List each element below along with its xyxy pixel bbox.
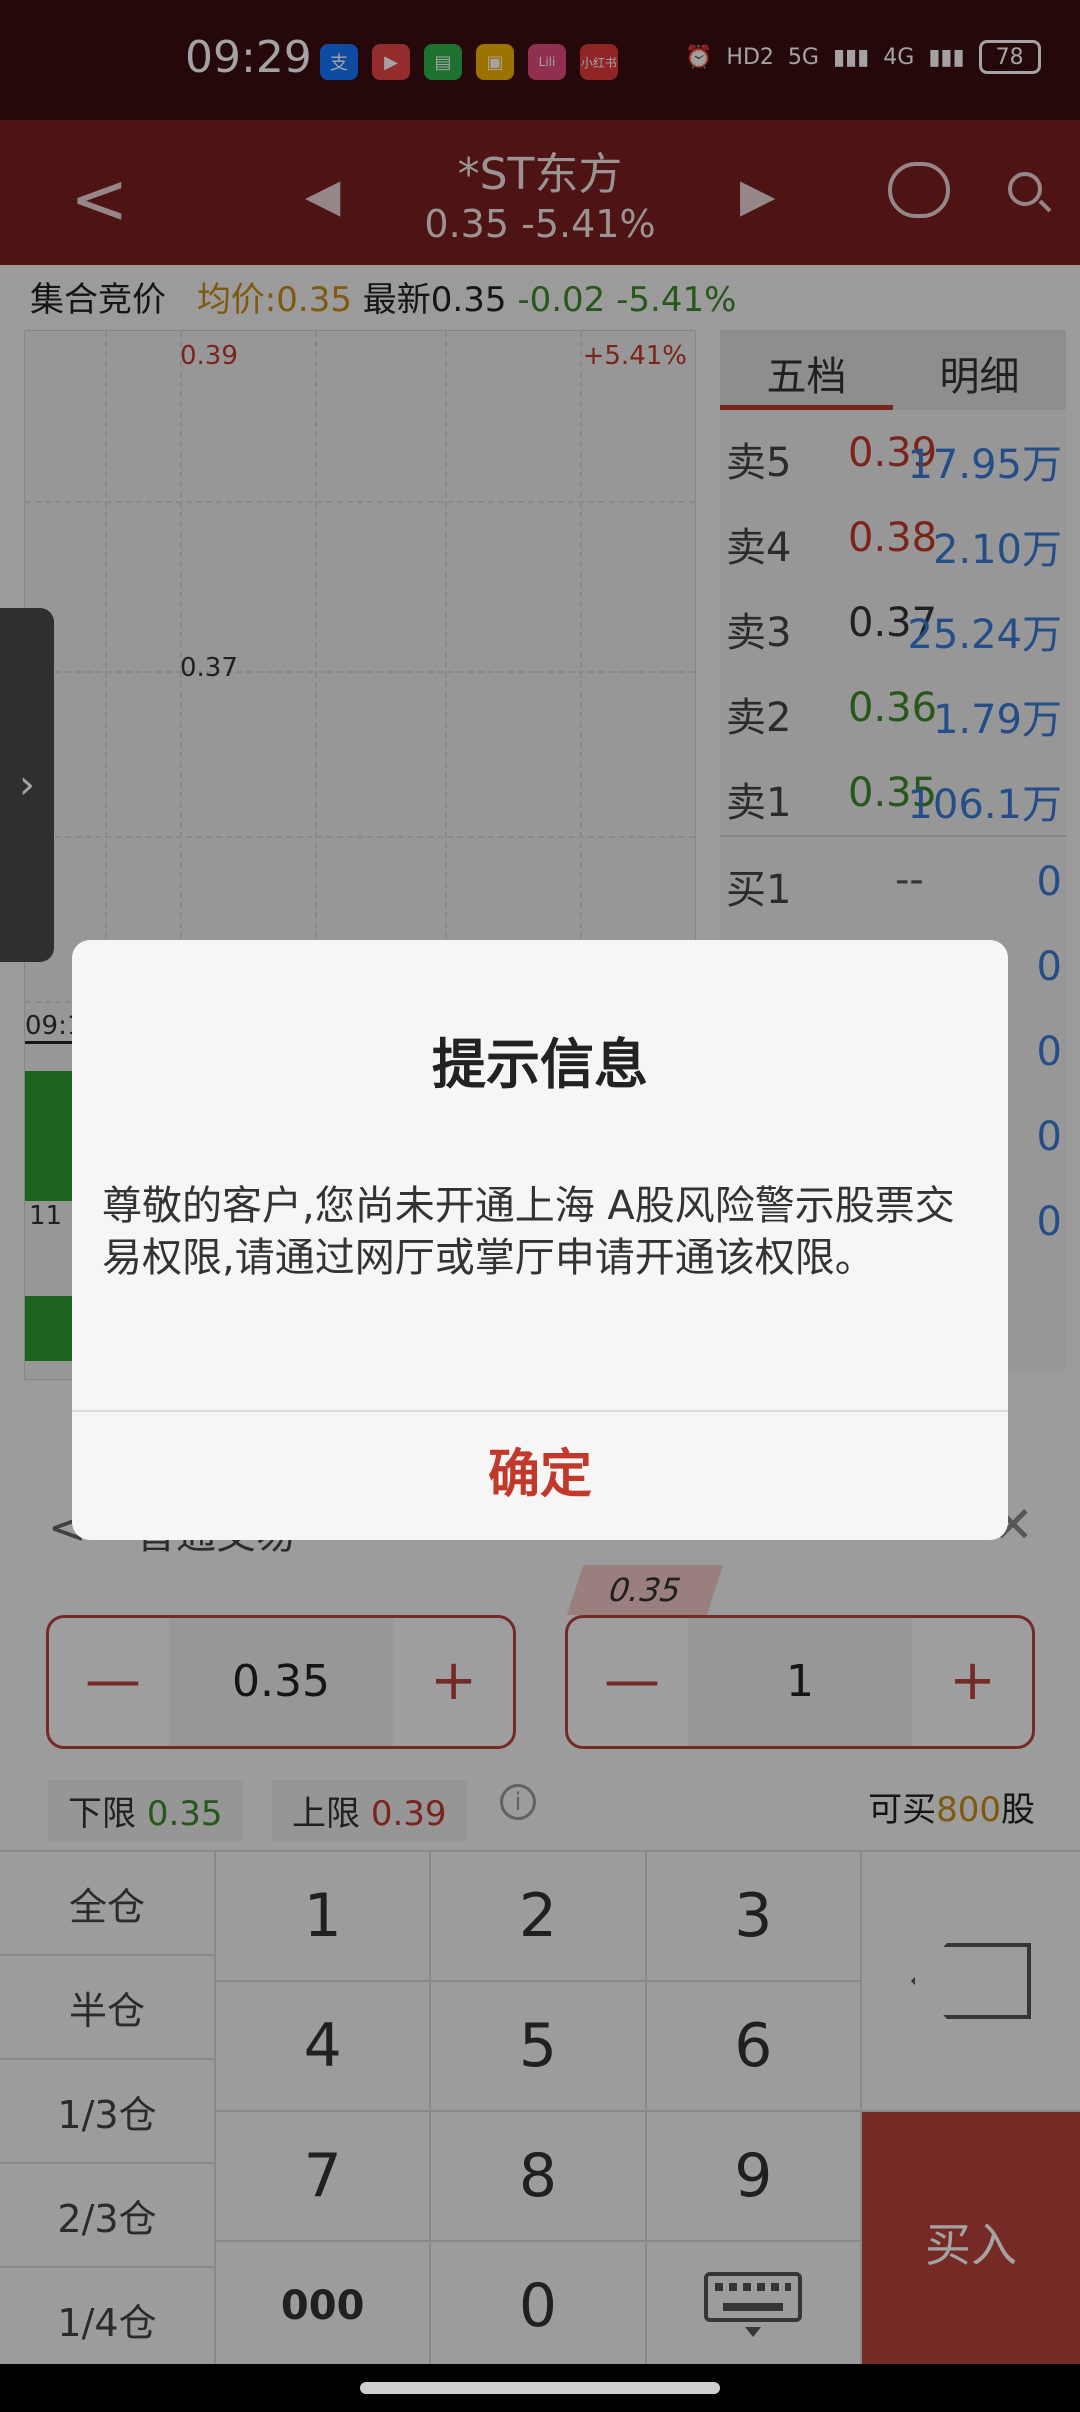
system-nav-bar: [0, 2364, 1080, 2412]
dialog-title: 提示信息: [432, 1033, 648, 1096]
alert-dialog: 提示信息 尊敬的客户,您尚未开通上海 A股风险警示股票交易权限,请通过网厅或掌厅…: [72, 940, 1008, 1540]
dialog-confirm-button[interactable]: 确定: [72, 1410, 1008, 1540]
home-gesture-bar[interactable]: [360, 2382, 720, 2394]
dialog-message: 尊敬的客户,您尚未开通上海 A股风险警示股票交易权限,请通过网厅或掌厅申请开通该…: [102, 1183, 955, 1281]
